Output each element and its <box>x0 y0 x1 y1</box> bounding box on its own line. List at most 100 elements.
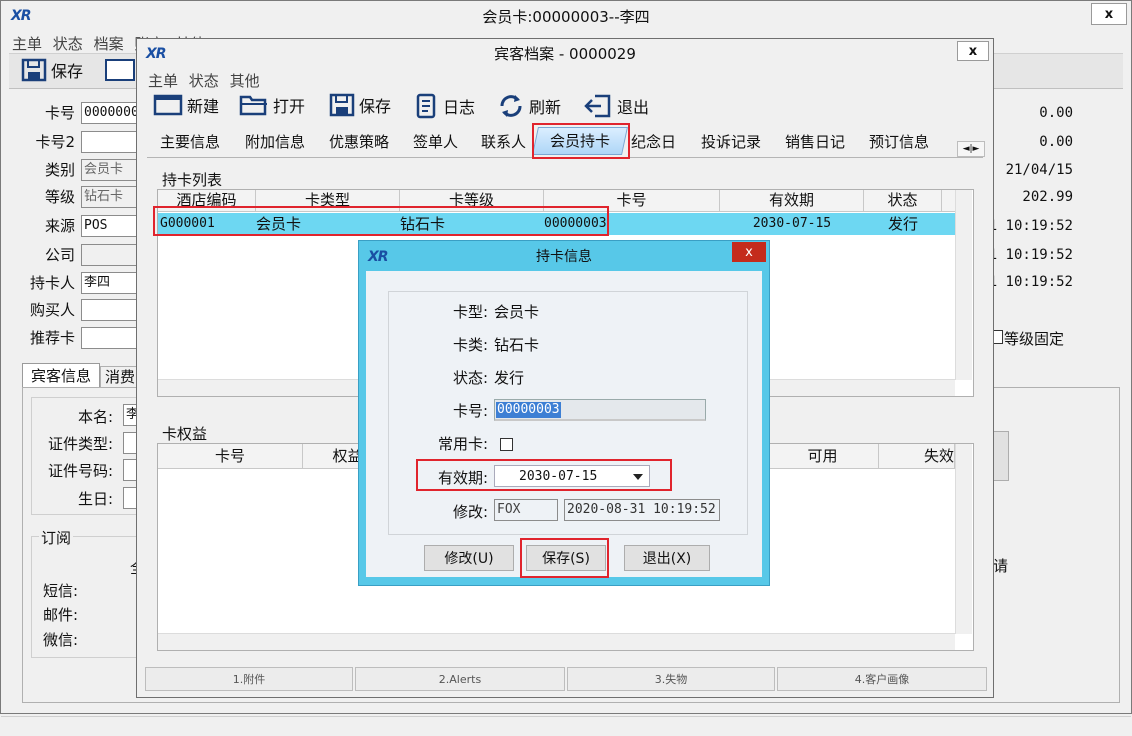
folder-open-icon <box>239 95 267 116</box>
guest-menu-other[interactable]: 其他 <box>230 72 260 90</box>
holder-field[interactable]: 李四 <box>81 272 139 294</box>
category-label: 类别 <box>44 161 75 179</box>
floppy-icon <box>329 93 355 117</box>
level-field: 钻石卡 <box>81 186 139 208</box>
main-save-button[interactable]: 保存 <box>21 58 83 82</box>
card-list-header: 酒店编码 卡类型 卡等级 卡号 有效期 状态 <box>158 190 955 212</box>
card-no2-field[interactable] <box>81 131 139 153</box>
card-no2-label: 卡号2 <box>35 133 75 151</box>
benefit-col-card-no[interactable]: 卡号 <box>158 444 303 468</box>
exit-button[interactable]: 退出 <box>583 93 649 119</box>
chevron-down-icon[interactable] <box>633 474 643 480</box>
referral-label: 推荐卡 <box>29 329 75 347</box>
referral-field[interactable] <box>81 327 139 349</box>
footer-tab-alerts[interactable]: 2.Alerts <box>355 667 565 691</box>
log-button[interactable]: 日志 <box>413 93 475 119</box>
row-card-no: 00000003 <box>544 216 607 231</box>
row-card-type: 会员卡 <box>256 215 302 233</box>
guest-name-label: 本名: <box>77 408 113 426</box>
guest-menu-main[interactable]: 主单 <box>148 72 178 90</box>
app-logo-icon: XR <box>11 8 32 24</box>
card-class-value: 钻石卡 <box>494 336 540 354</box>
guest-info-tab[interactable]: 宾客信息 <box>22 363 100 388</box>
tab-reservations[interactable]: 预订信息 <box>869 131 929 152</box>
card-no-field[interactable]: 0000000 <box>81 102 139 124</box>
email-label: 邮件: <box>43 606 79 624</box>
sms-label: 短信: <box>43 582 79 600</box>
guest-toolbar: 新建 打开 保存 日志 刷新 退出 <box>145 91 985 123</box>
menu-item-main[interactable]: 主单 <box>12 35 42 53</box>
expiry-date-picker[interactable]: 2030-07-15 <box>494 465 650 487</box>
col-card-level[interactable]: 卡等级 <box>400 190 544 211</box>
guest-close-button[interactable]: x <box>957 41 989 61</box>
buyer-field[interactable] <box>81 299 139 321</box>
floppy-icon <box>21 58 47 82</box>
card-list-title: 持卡列表 <box>162 171 223 189</box>
tab-sales-diary[interactable]: 销售日记 <box>785 131 845 152</box>
log-icon <box>416 93 436 119</box>
benefits-vscroll[interactable] <box>955 444 972 634</box>
common-card-checkbox[interactable] <box>500 438 513 451</box>
guest-tabs: 主要信息 附加信息 优惠策略 签单人 联系人 会员持卡 纪念日 投诉记录 销售日… <box>147 127 985 158</box>
row-status: 发行 <box>887 215 918 233</box>
dialog-save-button[interactable]: 保存(S) <box>526 545 606 571</box>
row-card-level: 钻石卡 <box>400 215 446 233</box>
tab-contacts[interactable]: 联系人 <box>481 131 526 152</box>
col-expiry[interactable]: 有效期 <box>720 190 864 211</box>
benefit-col-available[interactable]: 可用 <box>767 444 879 468</box>
expiry-label: 有效期: <box>437 469 488 487</box>
guest-menu-status[interactable]: 状态 <box>189 72 219 90</box>
modified-label: 修改: <box>452 503 488 521</box>
benefits-hscroll[interactable] <box>158 633 955 650</box>
tab-main-info[interactable]: 主要信息 <box>160 131 220 152</box>
birthday-label: 生日: <box>77 490 113 508</box>
category-field: 会员卡 <box>81 159 139 181</box>
save-button[interactable]: 保存 <box>329 93 391 117</box>
company-field <box>81 244 139 266</box>
card-no-dialog-field[interactable]: 00000003 <box>494 399 706 421</box>
id-type-label: 证件类型: <box>47 435 113 453</box>
tab-signers[interactable]: 签单人 <box>413 131 458 152</box>
menu-item-status[interactable]: 状态 <box>53 35 83 53</box>
main-close-button[interactable]: x <box>1091 3 1127 25</box>
tab-discount-policy[interactable]: 优惠策略 <box>329 131 389 152</box>
table-row[interactable]: G000001 会员卡 钻石卡 00000003 2030-07-15 发行 <box>158 213 955 235</box>
tab-complaints[interactable]: 投诉记录 <box>701 131 761 152</box>
benefits-title: 卡权益 <box>162 425 208 443</box>
dialog-close-button[interactable]: x <box>732 242 766 262</box>
guest-titlebar: XR 宾客档案 - 0000029 <box>137 39 993 67</box>
card-status-value: 发行 <box>494 369 525 387</box>
footer-tab-customer-profile[interactable]: 4.客户画像 <box>777 667 987 691</box>
main-save-label: 保存 <box>51 62 84 81</box>
dialog-exit-button[interactable]: 退出(X) <box>624 545 710 571</box>
col-hotel-code[interactable]: 酒店编码 <box>158 190 256 211</box>
open-button[interactable]: 打开 <box>239 93 305 117</box>
benefit-col-expired[interactable]: 失效 <box>879 444 955 468</box>
source-field[interactable]: POS <box>81 215 139 237</box>
footer-tab-attachments[interactable]: 1.附件 <box>145 667 353 691</box>
menu-item-archive[interactable]: 档案 <box>94 35 124 53</box>
row-hotel-code: G000001 <box>160 216 215 231</box>
main-titlebar: XR 会员卡:00000003--李四 <box>1 1 1131 31</box>
invoice-icon[interactable] <box>105 59 135 81</box>
tab-extra-info[interactable]: 附加信息 <box>245 131 305 152</box>
tab-anniversary[interactable]: 纪念日 <box>631 131 676 152</box>
dialog-titlebar: XR 持卡信息 <box>359 241 769 271</box>
tab-member-cards[interactable]: 会员持卡 <box>532 127 628 155</box>
main-horizontal-scrollbar[interactable] <box>1 716 1131 735</box>
modify-button[interactable]: 修改(U) <box>424 545 514 571</box>
col-status[interactable]: 状态 <box>864 190 942 211</box>
guest-footer-tabs: 1.附件 2.Alerts 3.失物 4.客户画像 <box>145 667 987 691</box>
col-card-no[interactable]: 卡号 <box>544 190 720 211</box>
card-no-dialog-value: 00000003 <box>496 402 561 418</box>
modified-at-field: 2020-08-31 10:19:52 <box>564 499 720 521</box>
card-no-label: 卡号 <box>44 104 75 122</box>
card-list-vscroll[interactable] <box>955 190 972 380</box>
refresh-button[interactable]: 刷新 <box>497 92 561 120</box>
card-type-label: 卡型: <box>452 303 488 321</box>
tabs-scroll-arrows[interactable]: ◄|► <box>957 141 985 157</box>
refresh-icon <box>500 95 522 117</box>
new-button[interactable]: 新建 <box>153 93 219 117</box>
footer-tab-lost-found[interactable]: 3.失物 <box>567 667 775 691</box>
col-card-type[interactable]: 卡类型 <box>256 190 400 211</box>
